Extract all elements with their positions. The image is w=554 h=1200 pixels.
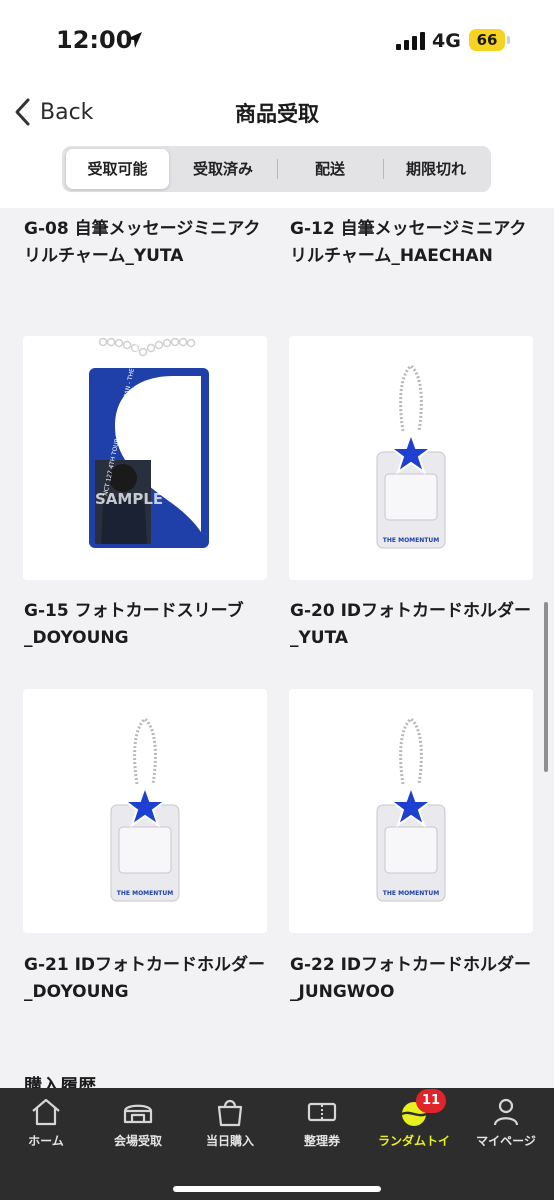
product-card-g15[interactable]: SAMPLE NCT 127 4TH TOUR NEO CITY - JAPAN… — [23, 336, 267, 580]
product-card-g21[interactable]: THE MOMENTUM — [23, 689, 267, 933]
id-holder-image: THE MOMENTUM — [23, 689, 267, 933]
id-holder-image: THE MOMENTUM — [289, 336, 533, 580]
battery-icon: 66 — [469, 29, 505, 51]
tab-bar: ホーム 会場受取 当日購入 整理券 11 ランダムトイ マイページ — [0, 1088, 554, 1200]
segment-available[interactable]: 受取可能 — [66, 149, 169, 189]
tab-random-toy[interactable]: 11 ランダムトイ — [368, 1088, 460, 1158]
tab-label: マイページ — [476, 1134, 536, 1148]
tab-ticket[interactable]: 整理券 — [276, 1088, 368, 1158]
product-list: G-08 自筆メッセージミニアクリルチャーム_YUTA G-12 自筆メッセージ… — [0, 208, 554, 1088]
home-icon — [32, 1098, 60, 1126]
segment-delivery[interactable]: 配送 — [278, 149, 382, 189]
purchase-history-title: 購入履歴 — [24, 1076, 96, 1088]
logo-text: THE MOMENTUM — [117, 890, 173, 897]
logo-text: THE MOMENTUM — [383, 890, 439, 897]
tab-venue[interactable]: 会場受取 — [92, 1088, 184, 1158]
segment-area: 受取可能 受取済み 配送 期限切れ — [0, 144, 554, 208]
product-name[interactable]: G-12 自筆メッセージミニアクリルチャーム_HAECHAN — [290, 216, 538, 270]
product-name[interactable]: G-15 フォトカードスリーブ_DOYOUNG — [24, 598, 272, 652]
shopping-bag-icon — [217, 1099, 243, 1127]
tab-same-day[interactable]: 当日購入 — [184, 1088, 276, 1158]
location-arrow-icon — [126, 32, 142, 48]
person-icon — [493, 1098, 519, 1126]
status-time: 12:00 — [56, 26, 133, 54]
tab-mypage[interactable]: マイページ — [460, 1088, 552, 1158]
photocard-sleeve-image: SAMPLE NCT 127 4TH TOUR NEO CITY - JAPAN… — [23, 336, 267, 580]
product-name[interactable]: G-22 IDフォトカードホルダー_JUNGWOO — [290, 952, 538, 1006]
logo-text: THE MOMENTUM — [383, 537, 439, 544]
scrollbar[interactable] — [544, 602, 548, 772]
venue-icon — [123, 1104, 153, 1124]
page-title: 商品受取 — [235, 102, 319, 126]
battery-tip — [507, 36, 510, 44]
status-bar: 12:00 4G 66 — [0, 0, 554, 80]
segment-received[interactable]: 受取済み — [171, 149, 275, 189]
id-holder-image: THE MOMENTUM — [289, 689, 533, 933]
product-card-g22[interactable]: THE MOMENTUM — [289, 689, 533, 933]
tab-label: ホーム — [28, 1134, 64, 1148]
network-type: 4G — [432, 30, 461, 52]
signal-icon — [396, 32, 425, 50]
product-name[interactable]: G-08 自筆メッセージミニアクリルチャーム_YUTA — [24, 216, 272, 270]
tab-label: ランダムトイ — [377, 1134, 450, 1148]
home-indicator — [173, 1186, 381, 1192]
tab-label: 整理券 — [303, 1134, 340, 1148]
product-name[interactable]: G-20 IDフォトカードホルダー_YUTA — [290, 598, 538, 652]
tab-home[interactable]: ホーム — [0, 1088, 92, 1158]
segment-expired[interactable]: 期限切れ — [384, 149, 488, 189]
ticket-icon — [307, 1102, 337, 1122]
tab-label: 当日購入 — [205, 1134, 254, 1148]
product-name[interactable]: G-21 IDフォトカードホルダー_DOYOUNG — [24, 952, 272, 1006]
segmented-control: 受取可能 受取済み 配送 期限切れ — [62, 146, 491, 192]
notification-badge: 11 — [416, 1089, 446, 1113]
navigation-bar: Back 商品受取 — [0, 80, 554, 144]
product-card-g20[interactable]: THE MOMENTUM — [289, 336, 533, 580]
tab-label: 会場受取 — [113, 1134, 162, 1148]
